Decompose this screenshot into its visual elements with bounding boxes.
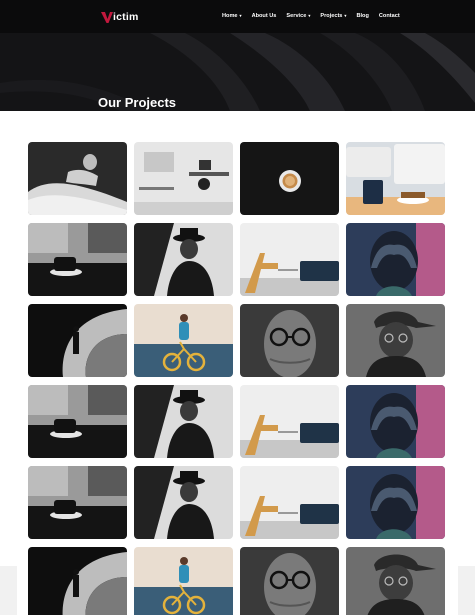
page-hero: Our Projects [0,33,475,111]
project-image [240,466,339,539]
scroll-prev-hint [0,566,17,615]
projects-grid [28,142,447,615]
main-nav: Home ▾ About Us Service ▾ Projects ▾ Blo… [222,12,400,20]
project-image [346,385,445,458]
chevron-down-icon: ▾ [344,13,347,18]
project-image [240,304,339,377]
project-card-cap-man[interactable] [346,547,445,615]
project-image [346,142,445,215]
project-card-glasses-face[interactable] [240,304,339,377]
project-card-woman-lying[interactable] [28,142,127,215]
project-card-love-cushion[interactable] [346,142,445,215]
project-card-tunnel[interactable] [28,304,127,377]
project-card-office[interactable] [134,142,233,215]
nav-item-label: Contact [378,13,400,19]
project-card-man-hat[interactable] [134,223,233,296]
project-card-man-hat[interactable] [134,466,233,539]
project-image [28,223,127,296]
project-image [134,142,233,215]
nav-item-label: Blog [356,13,369,19]
project-image [346,466,445,539]
project-image [28,385,127,458]
project-card-glasses-face[interactable] [240,547,339,615]
nav-item-blog[interactable]: Blog [356,12,368,20]
project-card-yellow-bike[interactable] [134,304,233,377]
nav-item-label: Home [222,13,238,19]
project-image [240,385,339,458]
nav-item-service[interactable]: Service ▾ [286,12,310,20]
project-image [240,547,339,615]
scroll-next-hint [458,566,475,615]
brand-name: ictim [113,11,139,23]
project-image [28,304,127,377]
project-card-living-room[interactable] [240,466,339,539]
project-image [346,304,445,377]
project-card-coffee-top[interactable] [240,142,339,215]
top-navbar: ictim Home ▾ About Us Service ▾ Projects… [0,0,475,33]
project-image [28,466,127,539]
nav-item-home[interactable]: Home ▾ [222,12,242,20]
logo-mark-icon [101,12,113,23]
project-card-hands-eyes[interactable] [346,466,445,539]
nav-item-about[interactable]: About Us [252,12,277,20]
project-image [28,142,127,215]
project-card-man-hat[interactable] [134,385,233,458]
hero-background-image [0,33,475,111]
nav-item-contact[interactable]: Contact [379,12,400,20]
project-image [28,547,127,615]
nav-item-label: Service [286,13,307,19]
project-image [240,223,339,296]
project-card-living-room[interactable] [240,223,339,296]
project-card-coffee-window[interactable] [28,223,127,296]
nav-item-label: About Us [251,13,277,19]
project-card-coffee-window[interactable] [28,466,127,539]
project-image [134,466,233,539]
project-image [240,142,339,215]
project-image [134,547,233,615]
project-image [134,385,233,458]
project-card-hands-eyes[interactable] [346,385,445,458]
page-title: Our Projects [98,95,177,110]
chevron-down-icon: ▾ [308,13,311,18]
project-card-yellow-bike[interactable] [134,547,233,615]
project-card-living-room[interactable] [240,385,339,458]
chevron-down-icon: ▾ [239,13,242,18]
project-image [134,223,233,296]
site-logo[interactable]: ictim [100,10,139,24]
project-card-hands-eyes[interactable] [346,223,445,296]
nav-item-label: Projects [320,13,343,19]
project-card-tunnel[interactable] [28,547,127,615]
project-image [134,304,233,377]
project-card-cap-man[interactable] [346,304,445,377]
project-image [346,547,445,615]
project-card-coffee-window[interactable] [28,385,127,458]
project-image [346,223,445,296]
nav-item-projects[interactable]: Projects ▾ [320,12,346,20]
